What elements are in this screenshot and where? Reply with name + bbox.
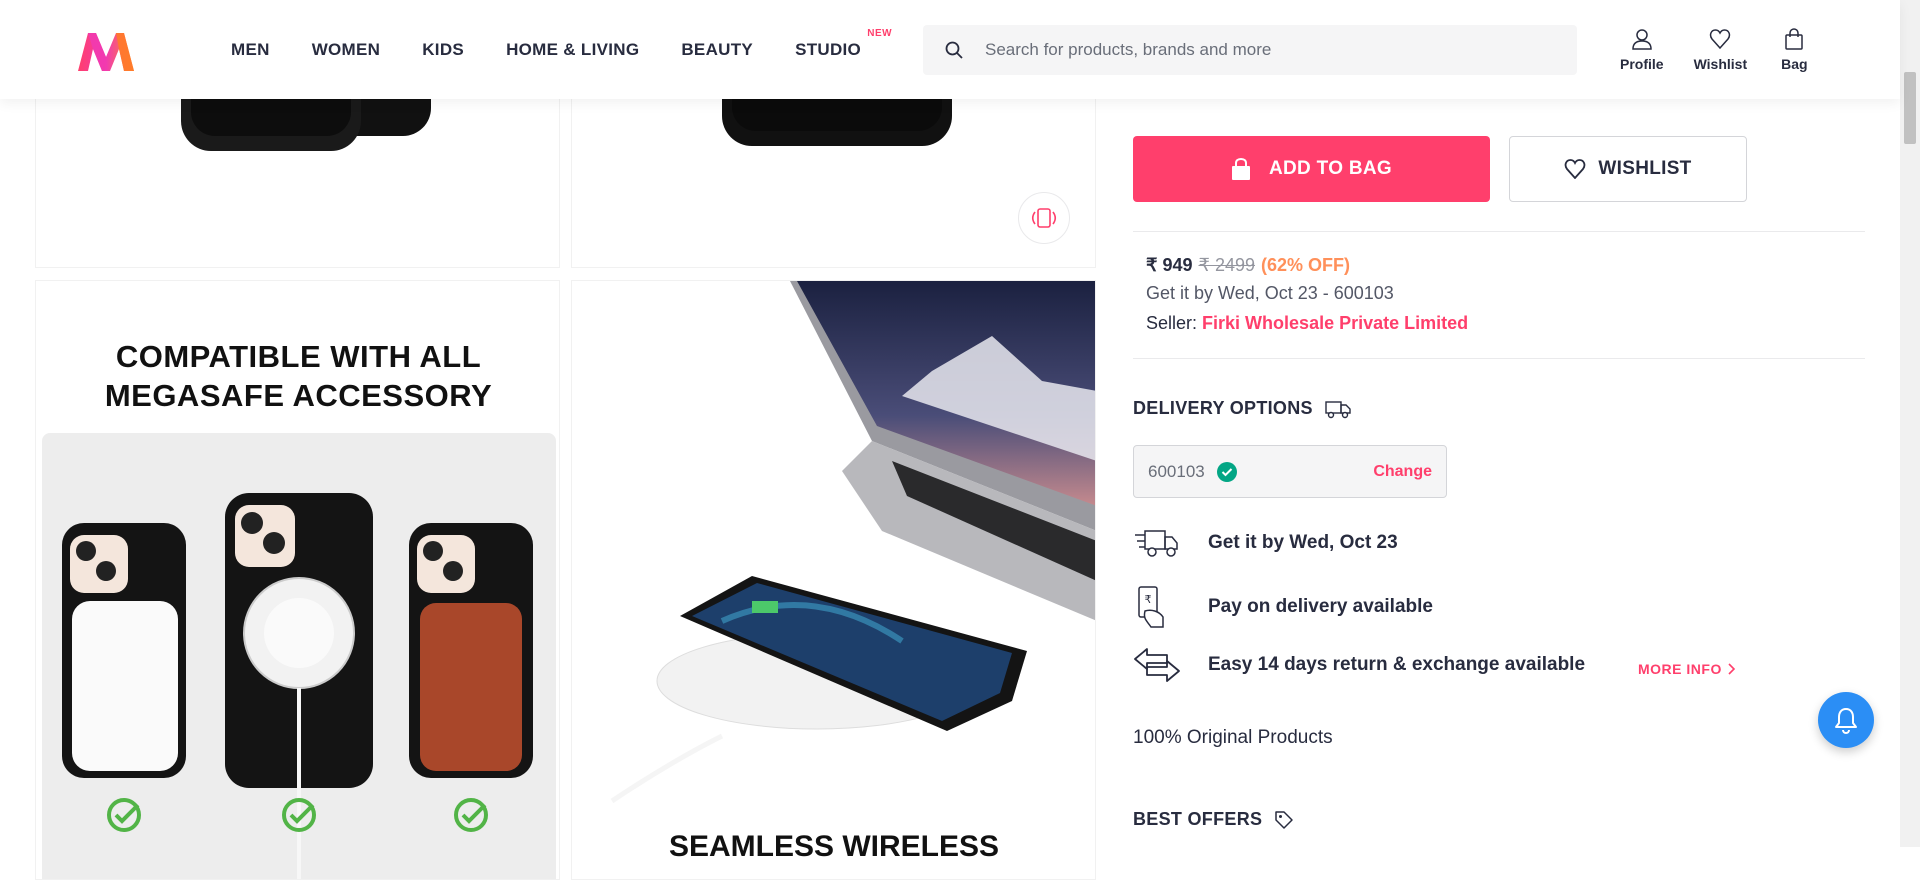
heart-icon [1710, 29, 1731, 50]
bag-button[interactable]: Bag [1781, 28, 1808, 72]
bag-icon [1232, 158, 1250, 180]
wishlist-product-button[interactable]: WISHLIST [1509, 136, 1747, 202]
cod-option-text: Pay on delivery available [1208, 596, 1433, 617]
main-nav: MEN WOMEN KIDS HOME & LIVING BEAUTY STUD… [210, 0, 892, 99]
discount-percent: (62% OFF) [1261, 255, 1351, 275]
nav-home-living[interactable]: HOME & LIVING [506, 40, 639, 60]
product-image-4[interactable]: SEAMLESS WIRELESS [571, 280, 1096, 880]
delivery-options-title: DELIVERY OPTIONS [1133, 398, 1313, 418]
nav-beauty[interactable]: BEAUTY [681, 40, 753, 60]
notification-bell-button[interactable] [1818, 692, 1874, 748]
profile-label: Profile [1620, 56, 1664, 72]
new-badge: NEW [867, 27, 893, 39]
delivery-option-row: Get it by Wed, Oct 23 [1133, 527, 1398, 559]
chevron-right-icon [1728, 663, 1735, 675]
profile-icon [1632, 29, 1652, 50]
heart-icon [1565, 159, 1586, 179]
nav-women[interactable]: WOMEN [312, 40, 381, 60]
pincode-field[interactable]: 600103 Change [1133, 445, 1447, 498]
pincode-value: 600103 [1148, 461, 1205, 481]
header-actions: Profile Wishlist Bag [1620, 28, 1808, 72]
cash-on-delivery-icon: ₹ [1133, 585, 1208, 629]
myntra-logo[interactable] [74, 27, 138, 75]
phones-illustration [42, 433, 556, 879]
delivery-estimate: Get it by Wed, Oct 23 - 600103 [1146, 283, 1394, 303]
scrollbar-thumb[interactable] [1904, 72, 1916, 144]
return-option-text: Easy 14 days return & exchange available [1208, 654, 1586, 675]
nav-kids[interactable]: KIDS [422, 40, 464, 60]
change-pincode-link[interactable]: Change [1373, 463, 1432, 481]
bell-icon [1835, 708, 1857, 734]
wishlist-button[interactable]: Wishlist [1693, 28, 1748, 72]
price-line: ₹ 949 ₹ 2499 (62% OFF) [1146, 255, 1350, 276]
more-info-link[interactable]: MORE INFO [1638, 661, 1736, 677]
best-offers-heading: BEST OFFERS [1133, 809, 1294, 830]
seller-label: Seller: [1146, 313, 1198, 333]
delivery-options-heading: DELIVERY OPTIONS [1133, 398, 1351, 419]
search-input[interactable] [985, 40, 1545, 60]
selling-price: ₹ 949 [1146, 255, 1193, 275]
rotate-phone-icon [1031, 208, 1057, 228]
bag-label: Bag [1781, 56, 1808, 72]
best-offers-title: BEST OFFERS [1133, 809, 1263, 829]
add-to-bag-label: ADD TO BAG [1269, 158, 1392, 179]
delivery-option-text: Get it by Wed, Oct 23 [1208, 532, 1398, 553]
nav-studio[interactable]: STUDIO NEW [795, 28, 892, 60]
return-exchange-icon [1133, 645, 1208, 685]
delivery-truck-icon [1133, 527, 1208, 559]
verified-check-icon [1216, 461, 1237, 482]
page-scrollbar[interactable] [1900, 0, 1920, 847]
product-image-3[interactable]: COMPATIBLE WITH ALL MEGASAFE ACCESSORY [35, 280, 560, 880]
add-to-bag-button[interactable]: ADD TO BAG [1133, 136, 1490, 202]
bag-icon [1785, 28, 1804, 50]
svg-text:₹: ₹ [1145, 593, 1152, 606]
cod-option-row: ₹ Pay on delivery available [1133, 585, 1433, 629]
tag-icon [1275, 810, 1294, 829]
original-products-note: 100% Original Products [1133, 727, 1333, 748]
wishlist-product-label: WISHLIST [1598, 158, 1692, 179]
profile-button[interactable]: Profile [1620, 28, 1664, 72]
site-header: MEN WOMEN KIDS HOME & LIVING BEAUTY STUD… [0, 0, 1900, 99]
seller-name-link[interactable]: Firki Wholesale Private Limited [1202, 313, 1468, 333]
delivery-truck-icon [1325, 400, 1351, 418]
search-bar [923, 25, 1577, 75]
divider [1133, 358, 1865, 359]
return-option-row: Easy 14 days return & exchange available [1133, 645, 1585, 685]
seller-line: Seller: Firki Wholesale Private Limited [1146, 313, 1468, 334]
wishlist-label: Wishlist [1693, 56, 1748, 72]
divider [1133, 231, 1865, 232]
compat-title: COMPATIBLE WITH ALL MEGASAFE ACCESSORY [104, 339, 493, 413]
search-icon[interactable] [923, 41, 985, 59]
rotate-view-button[interactable] [1018, 192, 1070, 244]
mrp-price: ₹ 2499 [1198, 255, 1256, 275]
nav-men[interactable]: MEN [231, 40, 270, 60]
more-info-label: MORE INFO [1638, 661, 1722, 677]
